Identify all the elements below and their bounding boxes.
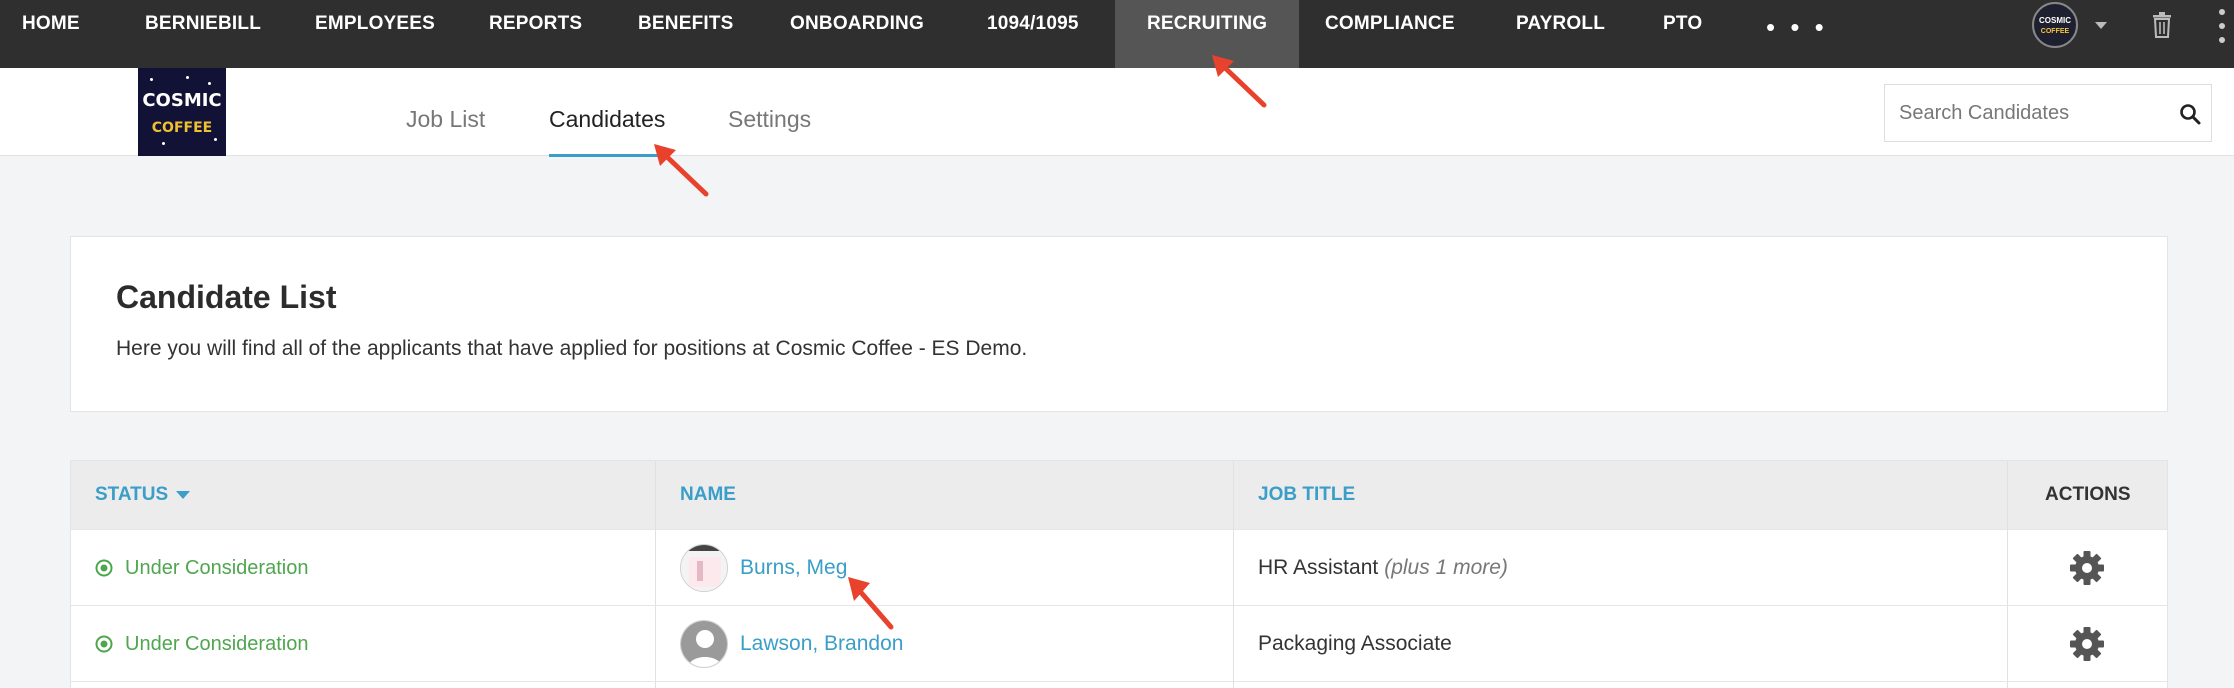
gear-icon[interactable] [2068, 549, 2106, 587]
sub-header: COSMIC COFFEE Job List Candidates Settin… [0, 68, 2234, 157]
table-row[interactable]: Under Consideration Burns, Meg HR Assist… [71, 529, 2167, 605]
company-avatar[interactable]: COSMIC COFFEE [2032, 2, 2078, 48]
table-row[interactable]: Under Consideration Lawson, Brandon Pack… [71, 605, 2167, 681]
tab-settings[interactable]: Settings [728, 106, 811, 133]
status-label: Under Consideration [125, 556, 309, 579]
job-title-more[interactable]: (plus 1 more) [1384, 556, 1508, 580]
avatar[interactable] [680, 620, 728, 668]
candidate-list-card: Candidate List Here you will find all of… [70, 236, 2168, 412]
candidates-table: STATUS NAME JOB TITLE ACTIONS Under Cons… [70, 460, 2168, 688]
page-title: Candidate List [116, 279, 337, 315]
gear-icon[interactable] [2068, 625, 2106, 663]
avatar-placeholder-icon [681, 621, 727, 667]
column-header-actions: ACTIONS [2045, 484, 2131, 505]
nav-item-pto[interactable]: PTO [1663, 0, 1702, 68]
trash-icon[interactable] [2152, 12, 2172, 38]
tab-candidates[interactable]: Candidates [549, 106, 665, 133]
job-title: HR Assistant [1258, 556, 1379, 579]
chevron-down-icon[interactable] [2095, 22, 2107, 29]
status-cell[interactable]: Under Consideration [95, 606, 308, 682]
table-header: STATUS NAME JOB TITLE ACTIONS [71, 461, 2167, 529]
sort-desc-icon [176, 490, 191, 499]
top-nav: HOME BERNIEBILL EMPLOYEES REPORTS BENEFI… [0, 0, 2234, 68]
candidate-name-link[interactable]: Burns, Meg [740, 556, 847, 580]
avatar-photo-icon [681, 545, 727, 591]
search-icon[interactable] [2179, 103, 2201, 125]
actions-cell [2068, 606, 2106, 682]
nav-item-home[interactable]: HOME [22, 0, 80, 68]
table-row[interactable] [71, 681, 2167, 688]
active-tab-indicator [549, 154, 660, 157]
nav-item-recruiting[interactable]: RECRUITING [1115, 0, 1300, 68]
avatar[interactable] [680, 544, 728, 592]
page-description: Here you will find all of the applicants… [116, 337, 1028, 360]
avatar-text-line1: COSMIC [2039, 16, 2071, 25]
nav-item-employees[interactable]: EMPLOYEES [315, 0, 435, 68]
nav-item-1094-1095[interactable]: 1094/1095 [987, 0, 1079, 68]
tab-job-list[interactable]: Job List [406, 106, 485, 133]
nav-more-menu[interactable]: • • • [1766, 12, 1828, 43]
column-header-status-label: STATUS [95, 484, 169, 505]
kebab-icon[interactable] [2218, 6, 2226, 46]
nav-item-berniebill[interactable]: BERNIEBILL [145, 0, 261, 68]
annotation-arrow [1212, 55, 1267, 108]
status-check-icon [95, 559, 113, 577]
search-input[interactable] [1899, 99, 2159, 127]
status-label: Under Consideration [125, 632, 309, 655]
job-title: Packaging Associate [1258, 632, 1452, 655]
candidate-name-link[interactable]: Lawson, Brandon [740, 632, 903, 656]
nav-item-payroll[interactable]: PAYROLL [1516, 0, 1605, 68]
avatar-text-line2: COFFEE [2040, 28, 2070, 35]
actions-cell [2068, 530, 2106, 606]
nav-item-reports[interactable]: REPORTS [489, 0, 582, 68]
search-box [1884, 84, 2212, 142]
status-check-icon [95, 635, 113, 653]
job-title-cell: HR Assistant (plus 1 more) [1258, 530, 1508, 606]
nav-item-compliance[interactable]: COMPLIANCE [1325, 0, 1455, 68]
column-header-job-title[interactable]: JOB TITLE [1258, 461, 1355, 529]
logo-text-line2: COFFEE [151, 120, 213, 136]
name-cell: Burns, Meg [680, 530, 847, 606]
job-title-cell: Packaging Associate [1258, 606, 1458, 682]
annotation-arrow [848, 577, 894, 630]
column-header-name[interactable]: NAME [680, 461, 736, 529]
status-cell[interactable]: Under Consideration [95, 530, 308, 606]
logo-text-line1: COSMIC [142, 90, 222, 111]
column-header-status[interactable]: STATUS [95, 461, 191, 529]
nav-item-onboarding[interactable]: ONBOARDING [790, 0, 924, 68]
company-logo[interactable]: COSMIC COFFEE [138, 68, 226, 156]
annotation-arrow [654, 144, 709, 197]
nav-item-benefits[interactable]: BENEFITS [638, 0, 734, 68]
